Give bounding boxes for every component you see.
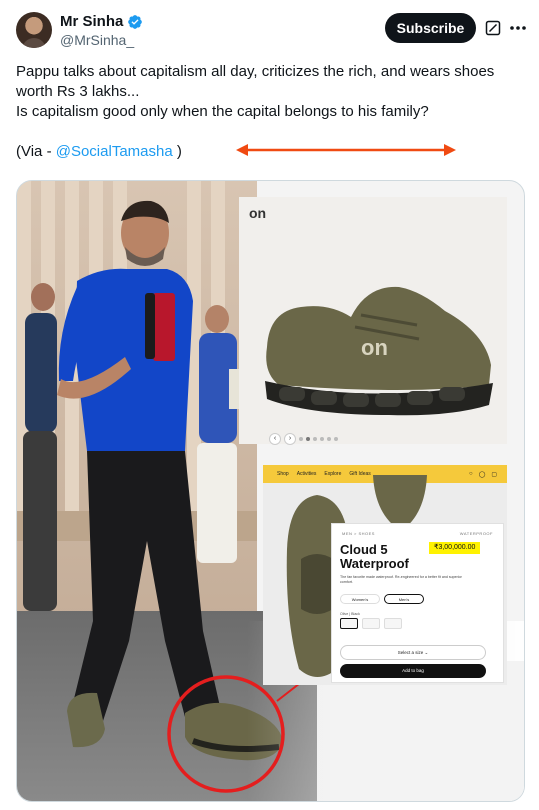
more-options-icon[interactable] [508,20,528,36]
author-name-row: Mr Sinha [60,13,143,30]
color-label: Olive | Black [340,612,360,616]
bag-icon[interactable]: ▢ [491,471,497,478]
product-title: Cloud 5 Waterproof [340,543,409,571]
tweet-header: Mr Sinha @MrSinha_ Subscribe [16,12,526,52]
author-handle[interactable]: @MrSinha_ [60,32,134,48]
avatar[interactable] [16,12,52,48]
color-swatches[interactable] [340,618,402,629]
product-detail-panel: MEN > SHOES WATERPROOF Cloud 5 Waterproo… [331,523,504,683]
shop-nav-item[interactable]: Explore [324,471,341,477]
color-swatch[interactable] [340,618,358,629]
add-to-bag-button[interactable]: Add to bag [340,664,486,678]
product-description: The fan favorite made waterproof. Re-eng… [340,575,462,584]
select-size-dropdown[interactable]: Select a size ⌄ [340,645,486,660]
chevron-down-icon: ⌄ [424,650,429,655]
search-icon[interactable]: ○ [469,471,473,478]
gender-option-womens[interactable]: Women's [340,594,380,604]
shop-nav-item[interactable]: Activities [297,471,317,477]
chevron-right-icon[interactable]: › [284,433,296,445]
svg-text:on: on [361,335,388,360]
grok-icon[interactable] [485,20,501,36]
brand-logo: on [249,205,267,221]
product-tag: WATERPROOF [459,531,493,536]
product-title-line: Cloud 5 [340,542,388,557]
price-label: ₹3,00,000.00 [429,542,481,554]
account-icon[interactable]: ◯ [479,471,486,478]
tweet-line-1: Pappu talks about capitalism all day, cr… [16,63,495,100]
shoe-side-icon: on [265,286,493,416]
shop-nav-item[interactable]: Shop [277,471,289,477]
select-size-label: Select a size [397,650,424,655]
verified-badge-icon [128,14,143,29]
gender-options[interactable]: Women's Men's [340,594,424,604]
mention-link[interactable]: @SocialTamasha [56,143,173,160]
author-display-name[interactable]: Mr Sinha [60,13,123,30]
color-swatch[interactable] [384,618,402,629]
gender-option-mens[interactable]: Men's [384,594,424,604]
carousel-dots[interactable]: ‹ › [269,433,338,445]
product-image-card: on on ‹ › [239,197,507,445]
product-title-line: Waterproof [340,556,409,571]
tweet-media[interactable]: on on ‹ › Shop Activities Explore Gift I… [16,180,525,802]
chevron-left-icon[interactable]: ‹ [269,433,281,445]
tweet-line-2: Is capitalism good only when the capital… [16,103,429,120]
via-suffix: ) [172,143,182,160]
double-arrow-annotation [236,144,456,156]
via-prefix: (Via - [16,143,56,160]
subscribe-button[interactable]: Subscribe [385,13,476,43]
breadcrumb[interactable]: MEN > SHOES [342,531,375,536]
color-swatch[interactable] [362,618,380,629]
